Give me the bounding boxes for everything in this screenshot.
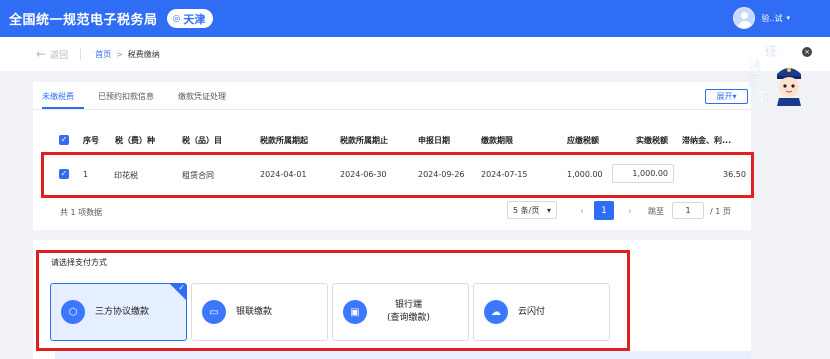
highlight-box-payment <box>36 250 630 351</box>
col-period-start: 税款所属期起 <box>260 136 308 145</box>
jump-label: 跳至 <box>648 207 664 216</box>
mascot-char: 互 <box>747 74 760 88</box>
close-icon[interactable]: × <box>802 47 812 57</box>
prev-page-button[interactable]: ‹ <box>573 202 591 220</box>
col-index: 序号 <box>83 136 99 145</box>
breadcrumb-bar: ← 返回 首页 > 税费缴纳 <box>0 37 830 71</box>
site-title: 全国统一规范电子税务局 <box>9 13 158 28</box>
user-menu[interactable]: 验..试 ▾ <box>733 7 790 29</box>
user-name: 验..试 <box>761 13 783 23</box>
col-late-fee: 滞纳金、利... <box>682 136 732 145</box>
region-label: 天津 <box>183 12 206 26</box>
jump-page-input[interactable]: 1 <box>672 202 704 219</box>
col-payable: 应缴税额 <box>567 136 599 145</box>
back-button[interactable]: ← 返回 <box>36 47 68 61</box>
highlight-box-row <box>41 152 754 198</box>
mascot-char: 动 <box>757 90 770 104</box>
chevron-down-icon: ▾ <box>732 92 737 101</box>
breadcrumb-home-link[interactable]: 首页 <box>95 49 111 60</box>
breadcrumb-current: 税费缴纳 <box>127 49 160 59</box>
location-pin-icon: ◎ <box>172 13 181 24</box>
tab-unpaid[interactable]: 未缴税费 <box>42 91 74 102</box>
officer-icon <box>777 68 801 106</box>
back-label: 返回 <box>50 50 69 61</box>
chevron-down-icon: ▾ <box>546 205 551 215</box>
top-header: 全国统一规范电子税务局 ◎ 天津 验..试 ▾ <box>0 0 830 37</box>
active-tab-indicator <box>42 107 84 109</box>
total-pages: / 1 页 <box>710 207 731 216</box>
tab-bar: 未缴税费 已预约扣款信息 缴款凭证处理 展开 ▾ <box>33 82 751 110</box>
page-number-current[interactable]: 1 <box>594 201 614 220</box>
col-period-end: 税款所属期止 <box>340 136 388 145</box>
col-deadline: 缴款期限 <box>481 136 513 145</box>
bottom-strip <box>55 351 751 359</box>
tab-payment-voucher[interactable]: 缴款凭证处理 <box>178 91 226 102</box>
total-count: 共 1 项数据 <box>60 208 103 217</box>
col-tax-type: 税（费）种 <box>115 136 155 145</box>
col-paid: 实缴税额 <box>636 136 668 145</box>
assistant-mascot[interactable]: 征 纳 互 动 <box>741 42 811 110</box>
page-size-select[interactable]: 5 条/页 ▾ <box>507 201 557 219</box>
mascot-char: 征 <box>765 44 778 58</box>
expand-label: 展开 <box>716 92 733 101</box>
col-tax-item: 税（品）目 <box>182 136 222 145</box>
select-all-checkbox[interactable]: ✓ <box>59 135 69 145</box>
tab-scheduled-deduction[interactable]: 已预约扣款信息 <box>98 91 154 102</box>
next-page-button[interactable]: › <box>621 202 639 220</box>
avatar <box>733 7 756 29</box>
mascot-char: 纳 <box>749 58 762 72</box>
page-size-value: 5 条/页 <box>513 205 540 215</box>
region-selector[interactable]: ◎ 天津 <box>166 9 214 28</box>
chevron-down-icon: ▾ <box>786 14 790 22</box>
arrow-left-icon: ← <box>36 47 47 61</box>
divider <box>80 48 82 60</box>
table-header: ✓ 序号 税（费）种 税（品）目 税款所属期起 税款所属期止 申报日期 缴款期限… <box>33 132 751 149</box>
col-declare-date: 申报日期 <box>418 136 450 145</box>
breadcrumb-separator: > <box>116 49 123 59</box>
